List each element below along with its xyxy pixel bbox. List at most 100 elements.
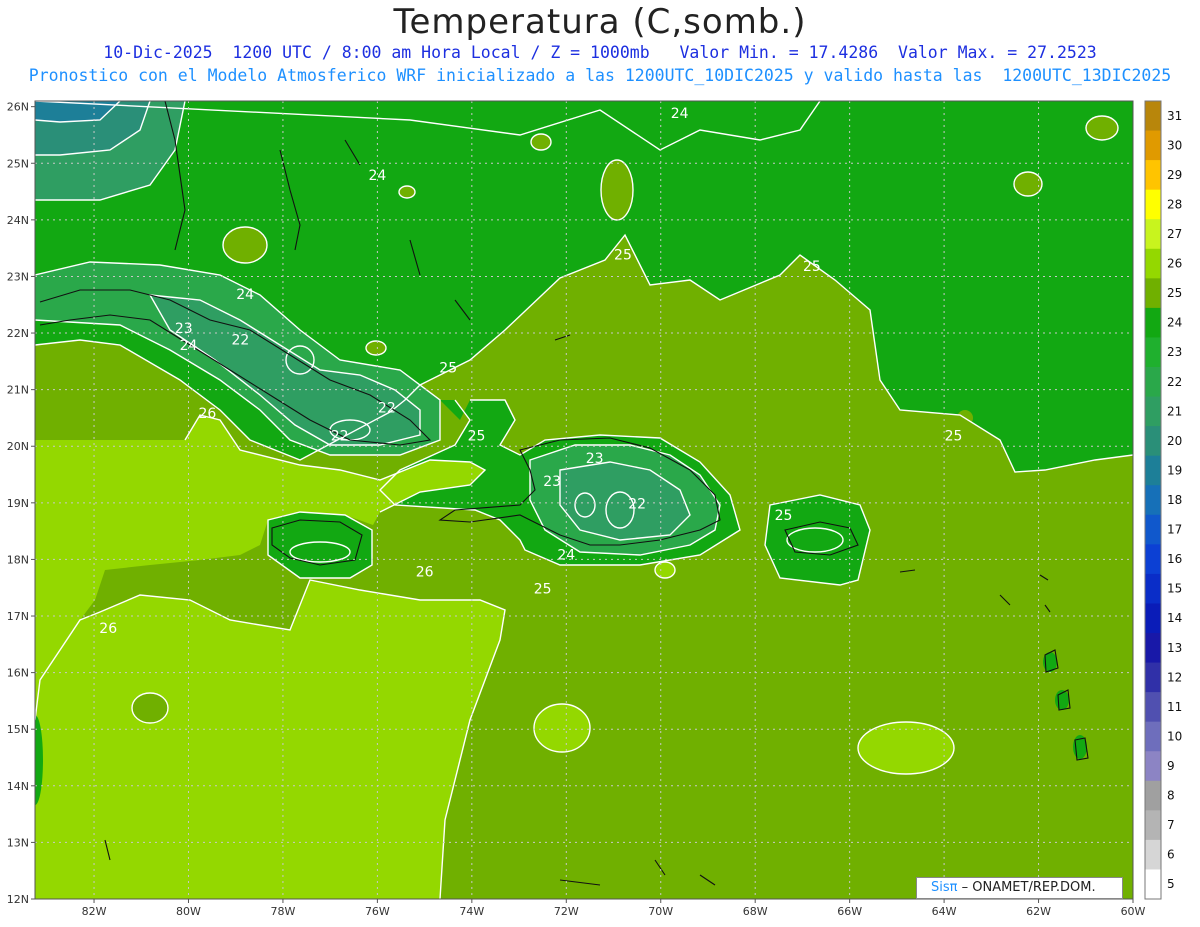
contour-label: 24 [180, 338, 198, 354]
lon-tick-label: 60W [1121, 905, 1146, 918]
colorbar-swatch [1145, 278, 1161, 309]
colorbar-swatch [1145, 219, 1161, 250]
colorbar-label: 31 [1167, 109, 1182, 123]
colorbar-label: 11 [1167, 700, 1182, 714]
lat-tick-label: 13N [7, 836, 29, 849]
contour-label: 25 [803, 259, 821, 275]
lon-tick-label: 64W [932, 905, 957, 918]
colorbar-swatch [1145, 101, 1161, 132]
lat-tick-label: 21N [7, 384, 29, 397]
contour-label: 22 [331, 429, 349, 445]
contour-label: 26 [416, 564, 434, 580]
contour-label: 25 [534, 581, 552, 597]
contour-label: 25 [945, 429, 963, 445]
colorbar-label: 28 [1167, 197, 1182, 211]
contour-label: 22 [378, 400, 396, 416]
colorbar-label: 17 [1167, 523, 1182, 537]
colorbar-swatch [1145, 751, 1161, 782]
lon-tick-label: 62W [1026, 905, 1051, 918]
colorbar-label: 23 [1167, 345, 1182, 359]
colorbar-swatch [1145, 248, 1161, 279]
colorbar-label: 5 [1167, 877, 1175, 891]
colorbar-label: 15 [1167, 582, 1182, 596]
colorbar-label: 26 [1167, 257, 1182, 271]
contour-label: 24 [557, 547, 575, 563]
colorbar-label: 14 [1167, 611, 1182, 625]
contour-label: 25 [439, 361, 457, 377]
contour-label: 22 [232, 332, 250, 348]
lat-tick-label: 19N [7, 497, 29, 510]
colorbar-swatch [1145, 514, 1161, 545]
colorbar-swatch [1145, 692, 1161, 723]
colorbar-swatch [1145, 633, 1161, 664]
lat-tick-label: 14N [7, 780, 29, 793]
lat-tick-label: 23N [7, 270, 29, 283]
contour-label: 25 [468, 429, 486, 445]
contour-label: 25 [775, 508, 793, 524]
contour-label: 24 [671, 106, 689, 122]
colorbar-label: 24 [1167, 316, 1182, 330]
colorbar-label: 8 [1167, 789, 1175, 803]
lon-tick-label: 78W [270, 905, 295, 918]
colorbar-swatch [1145, 721, 1161, 752]
lat-tick-label: 12N [7, 893, 29, 906]
lon-tick-label: 66W [837, 905, 862, 918]
colorbar-label: 12 [1167, 670, 1182, 684]
lon-tick-label: 74W [459, 905, 484, 918]
colorbar-swatch [1145, 544, 1161, 575]
contour-label: 22 [628, 496, 646, 512]
colorbar-label: 20 [1167, 434, 1182, 448]
colorbar: 31 30 29 28 27 26 25 24 23 22 21 20 19 18 17 16 15 14 13 12… [1144, 100, 1182, 900]
colorbar-label: 22 [1167, 375, 1182, 389]
colorbar-swatch [1145, 396, 1161, 427]
colorbar-swatch [1145, 426, 1161, 457]
colorbar-label: 7 [1167, 818, 1175, 832]
colorbar-swatch [1145, 485, 1161, 516]
colorbar-swatch [1145, 130, 1161, 161]
contour-label: 23 [586, 451, 604, 467]
colorbar-swatch [1145, 455, 1161, 486]
lon-tick-label: 82W [82, 905, 107, 918]
lon-tick-label: 76W [365, 905, 390, 918]
lon-tick-label: 80W [176, 905, 201, 918]
colorbar-swatch [1145, 189, 1161, 220]
colorbar-label: 18 [1167, 493, 1182, 507]
colorbar-label: 9 [1167, 759, 1175, 773]
contour-label: 26 [198, 406, 216, 422]
colorbar-swatch [1145, 573, 1161, 604]
contour-label: 25 [614, 247, 632, 263]
colorbar-swatch [1145, 603, 1161, 634]
contour-label: 23 [543, 474, 561, 490]
colorbar-label: 29 [1167, 168, 1182, 182]
colorbar-label: 25 [1167, 286, 1182, 300]
lat-tick-label: 20N [7, 440, 29, 453]
lon-tick-label: 72W [554, 905, 579, 918]
colorbar-swatch [1145, 337, 1161, 368]
contour-label: 24 [368, 168, 386, 184]
colorbar-swatch [1145, 839, 1161, 870]
colorbar-label: 30 [1167, 138, 1182, 152]
lon-tick-label: 70W [648, 905, 673, 918]
colorbar-swatch [1145, 780, 1161, 811]
contour-label: 23 [175, 321, 193, 337]
colorbar-label: 6 [1167, 848, 1175, 862]
credit-text: – ONAMET/REP.DOM. [957, 880, 1096, 895]
lat-tick-label: 18N [7, 553, 29, 566]
latitude-axis: 26N 25N 24N 23N 22N 21N 20N 19N 18N 17N 16N 15N 14N 1… [7, 101, 35, 906]
colorbar-label: 10 [1167, 729, 1182, 743]
colorbar-swatch [1145, 160, 1161, 191]
temperature-map: 24242525242324 222526 2222 25 25232322252426… [7, 100, 1182, 918]
lat-tick-label: 26N [7, 101, 29, 114]
credit-box: Sisπ – ONAMET/REP.DOM. [916, 877, 1123, 899]
colorbar-swatch [1145, 307, 1161, 338]
colorbar-label: 16 [1167, 552, 1182, 566]
map-plot-area: 24242525242324 222526 2222 25 25232322252426… [35, 101, 1133, 899]
colorbar-swatch [1145, 662, 1161, 693]
lat-tick-label: 22N [7, 327, 29, 340]
lat-tick-label: 24N [7, 214, 29, 227]
colorbar-label: 19 [1167, 463, 1182, 477]
longitude-axis: 82W 80W 78W 76W 74W 72W 70W 68W 66W 64W 62W 60W [82, 899, 1146, 918]
colorbar-swatch [1145, 869, 1161, 900]
lat-tick-label: 15N [7, 723, 29, 736]
contour-label: 24 [236, 287, 254, 303]
